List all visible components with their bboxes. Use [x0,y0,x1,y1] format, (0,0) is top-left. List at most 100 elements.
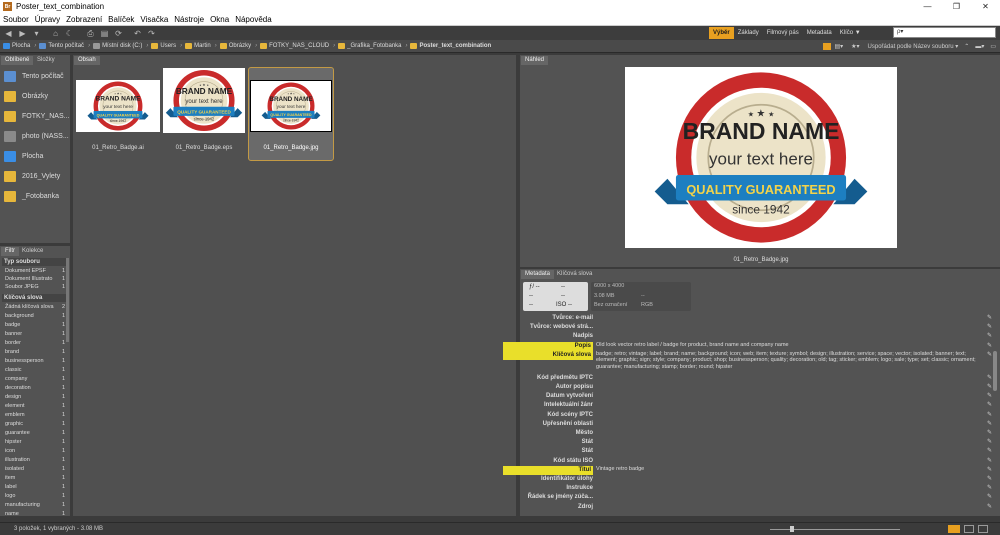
close-button[interactable]: ✕ [971,0,1000,13]
filter-keywords-header[interactable]: Klíčová slova [2,294,68,302]
filter-keyword-item[interactable]: background 1 [2,312,68,320]
metadata-field-value[interactable]: badge; retro; vintage; label; brand; nam… [596,351,981,371]
crumb-mistni-disk[interactable]: Místní disk (C:) › [93,43,148,49]
metadata-field-row[interactable]: Kód předmětu IPTC ✎ [523,374,993,383]
fav-photo-nas[interactable]: photo (NASS... [4,131,69,142]
pencil-icon[interactable]: ✎ [987,476,993,482]
filter-scrollbar[interactable] [66,258,69,342]
pencil-icon[interactable]: ✎ [987,315,993,321]
pencil-icon[interactable]: ✎ [987,333,993,339]
metadata-field-row[interactable]: Upřesnění oblasti ✎ [523,420,993,429]
thumbnail-ai[interactable]: BRAND NAME your text here QUALITY GUARANTE… [76,80,160,132]
delete-icon[interactable]: ▭ [990,43,996,50]
menu-upravy[interactable]: Úpravy [32,15,63,24]
filter-keyword-item[interactable]: label 1 [2,483,68,491]
pencil-icon[interactable]: ✎ [987,343,993,349]
tab-oblibene[interactable]: Oblíbené [1,56,34,65]
tab-obsah[interactable]: Obsah [74,56,100,65]
filter-keyword-item[interactable]: item 1 [2,474,68,482]
filter-keyword-item[interactable]: Žádná klíčová slova 2 [2,303,68,311]
workspace-metadata[interactable]: Metadata [803,27,836,39]
metadata-field-row[interactable]: Identifikátor úlohy ✎ [523,475,993,484]
filter-keyword-item[interactable]: illustration 1 [2,456,68,464]
menu-zobrazeni[interactable]: Zobrazení [63,15,105,24]
metadata-field-row[interactable]: Tvůrce: e-mail ✎ [523,314,993,323]
pencil-icon[interactable]: ✎ [987,324,993,330]
tab-klicova-slova[interactable]: Klíčová slova [553,270,596,279]
pencil-icon[interactable]: ✎ [987,485,993,491]
metadata-field-row[interactable]: Stát ✎ [523,438,993,447]
menu-nastroje[interactable]: Nástroje [171,15,207,24]
rotate-right-icon[interactable]: ↷ [146,29,157,38]
search-input[interactable]: ρ▾ [893,27,996,38]
workspace-klico[interactable]: Klíčo ▼ [836,27,865,39]
tab-slozky[interactable]: Složky [33,56,59,65]
list-view-icon[interactable]: ▤▾ [834,43,843,50]
tab-nahled[interactable]: Náhled [521,56,549,65]
metadata-field-row[interactable]: Tvůrce: webové strá... ✎ [523,323,993,332]
crumb-grafika[interactable]: _Grafika_Fotobanka › [338,43,407,49]
metadata-field-row[interactable]: Kód státu ISO ✎ [523,457,993,466]
metadata-field-row[interactable]: Titul Vintage retro badge ✎ [503,465,993,475]
pencil-icon[interactable]: ✎ [987,439,993,445]
filter-keyword-item[interactable]: brand 1 [2,348,68,356]
pencil-icon[interactable]: ✎ [987,393,993,399]
workspace-filmovy-pas[interactable]: Filmový pás [763,27,803,39]
metadata-scrollbar[interactable] [993,351,997,391]
filter-keyword-item[interactable]: decoration 1 [2,384,68,392]
filter-keyword-item[interactable]: isolated 1 [2,465,68,473]
fav-fotobanka[interactable]: _Fotobanka [4,191,59,202]
new-folder-icon[interactable]: ▬▾ [975,43,984,50]
fav-2016-vylety[interactable]: 2016_Vylety [4,171,60,182]
menu-visacka[interactable]: Visačka [137,15,171,24]
menu-balicek[interactable]: Balíček [105,15,137,24]
pencil-icon[interactable]: ✎ [987,448,993,454]
zoom-slider-thumb[interactable] [790,526,794,532]
filter-keyword-item[interactable]: icon 1 [2,447,68,455]
thumbnail-view-icon[interactable] [948,525,960,533]
pencil-icon[interactable]: ✎ [987,402,993,408]
metadata-field-value[interactable]: Old look vector retro label / badge for … [596,342,981,349]
metadata-field-row[interactable]: Instrukce ✎ [523,484,993,493]
thumbnail-jpg[interactable]: BRAND NAME your text here QUALITY GUARANTE… [250,80,332,132]
crumb-obrazky[interactable]: Obrázky › [219,43,257,49]
back-icon[interactable]: ◀ [3,29,14,38]
filter-keyword-item[interactable]: logo 1 [2,492,68,500]
menu-soubor[interactable]: Soubor [0,15,32,24]
metadata-field-row[interactable]: Autor popisu ✎ [523,383,993,392]
thumb-caption-ai[interactable]: 01_Retro_Badge.ai [76,145,160,151]
pencil-icon[interactable]: ✎ [987,458,993,464]
fav-tento-pocitac[interactable]: Tento počítač [4,71,64,82]
pencil-icon[interactable]: ✎ [987,352,993,358]
sort-direction-icon[interactable]: ⌃ [964,43,969,50]
metadata-field-row[interactable]: Stát ✎ [523,447,993,456]
filter-keyword-item[interactable]: badge 1 [2,321,68,329]
metadata-field-row[interactable]: Kód scény IPTC ✎ [523,411,993,420]
pencil-icon[interactable]: ✎ [987,504,993,510]
pencil-icon[interactable]: ✎ [987,421,993,427]
preview-image[interactable]: BRAND NAME your text here QUALITY GUARANTE… [625,67,897,248]
metadata-field-row[interactable]: Datum vytvoření ✎ [523,392,993,401]
filter-file-type-item[interactable]: Dokument EPSF 1 [2,267,68,275]
filter-keyword-item[interactable]: name 1 [2,510,68,516]
camera-download-icon[interactable]: ⎙ [85,29,96,38]
minimize-button[interactable]: — [913,0,942,13]
tab-metadata[interactable]: Metadata [521,270,555,279]
filter-keyword-item[interactable]: company 1 [2,375,68,383]
filter-keyword-item[interactable]: graphic 1 [2,420,68,428]
tab-kolekce[interactable]: Kolekce [18,247,47,256]
fav-fotky[interactable]: FOTKY_NAS... [4,111,69,122]
crumb-plocha[interactable]: Plocha › [3,43,36,49]
thumb-caption-eps[interactable]: 01_Retro_Badge.eps [163,145,245,151]
details-view-icon[interactable] [964,525,974,533]
metadata-field-row[interactable]: Intelektuální žánr ✎ [523,401,993,410]
crumb-martin[interactable]: Martin › [185,43,217,49]
rotate-left-icon[interactable]: ↶ [132,29,143,38]
pencil-icon[interactable]: ✎ [987,467,993,473]
open-recent-icon[interactable]: ⟳ [113,29,124,38]
forward-icon[interactable]: ▶ [17,29,28,38]
crumb-users[interactable]: Users › [151,43,182,49]
filter-keyword-item[interactable]: design 1 [2,393,68,401]
filter-keyword-item[interactable]: businessperson 1 [2,357,68,365]
metadata-field-row[interactable]: Klíčová slova badge; retro; vintage; labe… [503,350,993,370]
